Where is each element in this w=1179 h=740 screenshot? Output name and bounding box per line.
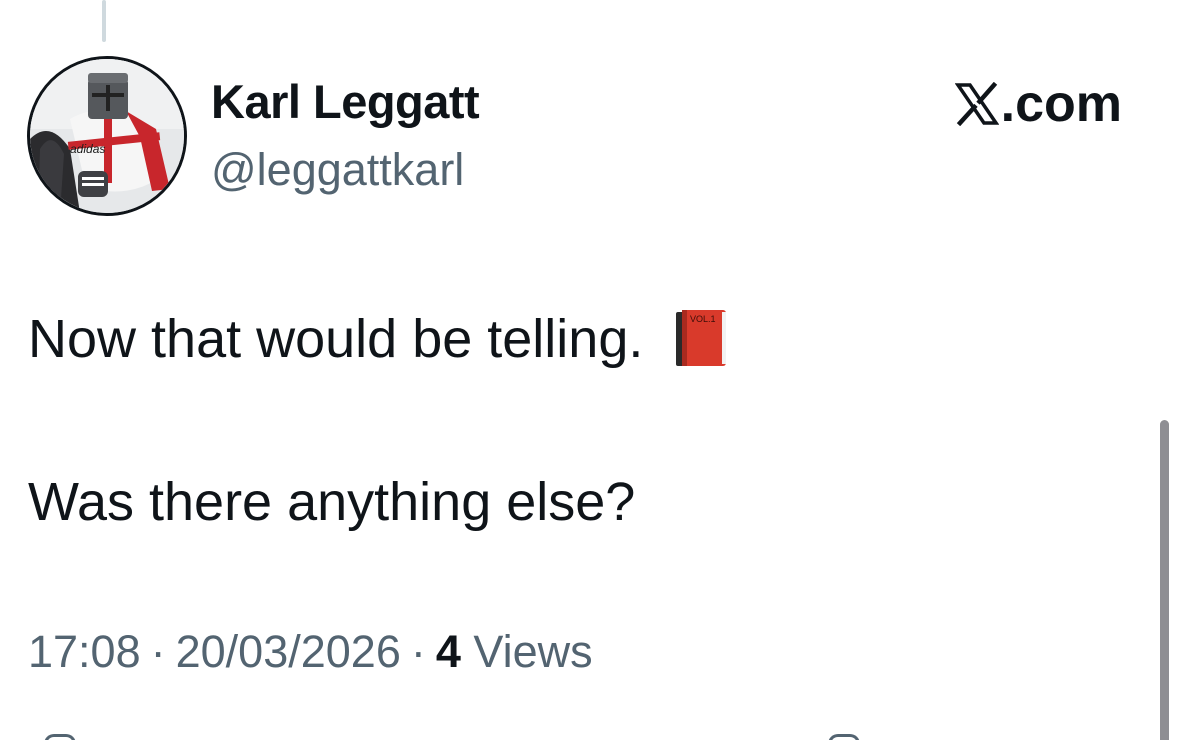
views-label: Views [473,626,593,677]
meta-separator: · [150,626,166,677]
red-book-icon: VOL.1 [676,309,727,366]
reply-icon[interactable] [44,734,76,740]
author-display-name[interactable]: Karl Leggatt [211,74,480,130]
meta-separator: · [410,626,426,677]
post-date[interactable]: 20/03/2026 [176,626,401,677]
scrollbar-thumb[interactable] [1160,420,1169,740]
x-logo-icon [954,82,999,126]
post-meta: 17:08 · 20/03/2026 · 4 Views [28,622,593,682]
brand-text: .com [1000,75,1122,133]
knight-avatar-icon: adidas [30,59,184,213]
author-handle[interactable]: @leggattkarl [211,142,464,198]
post-text-line-1-text: Now that would be telling. [28,309,644,369]
post-time[interactable]: 17:08 [28,626,141,677]
post-text-line-1: Now that would be telling. VOL.1 [28,307,730,373]
x-brand: .com [954,74,1122,134]
avatar-logo-text: adidas [70,142,105,156]
bookmark-icon[interactable] [828,734,860,740]
post-text-line-2: Was there anything else? [28,472,636,532]
views-count: 4 [435,626,461,677]
author-avatar[interactable]: adidas [27,56,187,216]
book-emoji-label: VOL.1 [690,314,716,324]
thread-connector-line [102,0,106,42]
post-view: adidas Karl Leggatt @leggattkarl .com No… [0,0,1179,740]
action-bar [0,734,1179,740]
